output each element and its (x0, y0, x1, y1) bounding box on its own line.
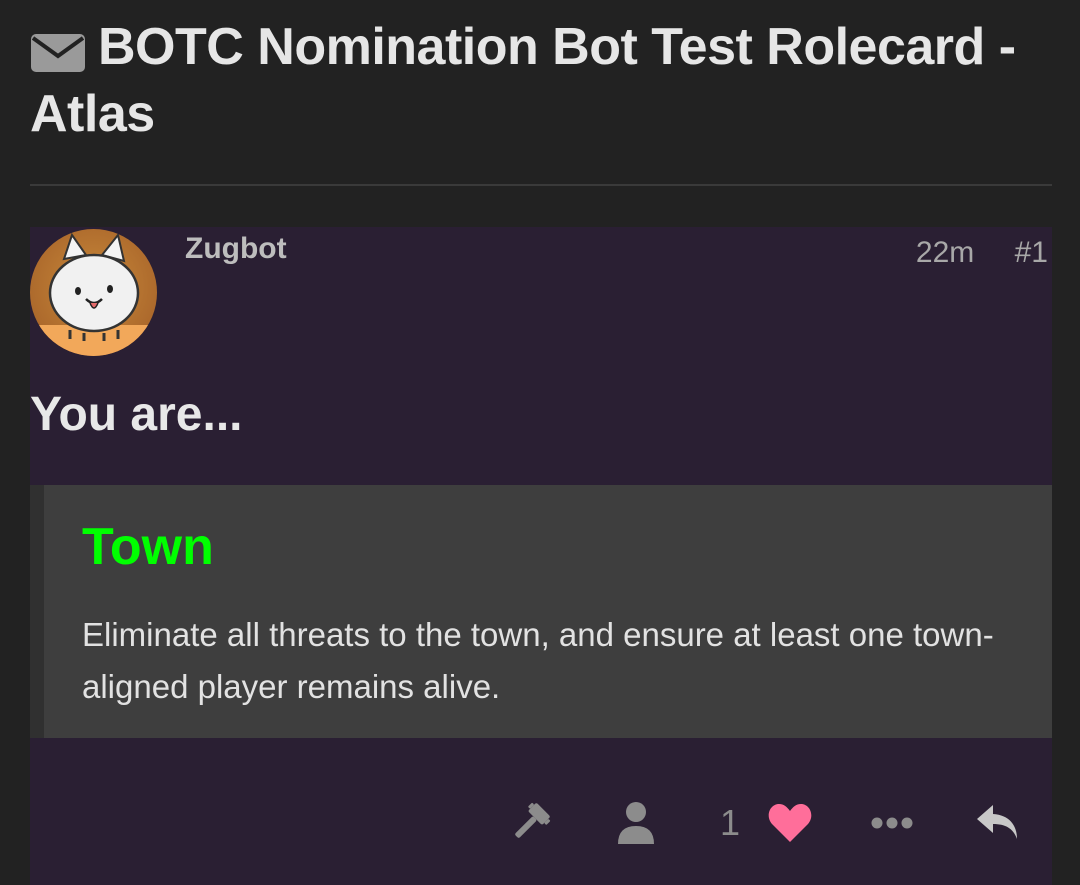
post-lead: You are... (30, 388, 243, 441)
ellipsis-icon[interactable] (862, 793, 922, 853)
topic-header: BOTC Nomination Bot Test Rolecard - Atla… (30, 14, 1060, 148)
reply-icon[interactable] (968, 793, 1028, 853)
role-description: Eliminate all threats to the town, and e… (82, 616, 994, 705)
envelope-icon (30, 24, 86, 73)
post: Zugbot 22m #1 You are... Town Eliminate … (30, 227, 1052, 885)
topic-title-text: BOTC Nomination Bot Test Rolecard - Atla… (30, 18, 1016, 143)
gavel-icon[interactable] (500, 793, 560, 853)
topic-title: BOTC Nomination Bot Test Rolecard - Atla… (30, 14, 1060, 148)
role-card: Town Eliminate all threats to the town, … (30, 485, 1052, 738)
post-number[interactable]: #1 (1015, 233, 1048, 273)
user-icon[interactable] (606, 793, 666, 853)
post-actions: 1 (30, 793, 1052, 853)
header-divider (30, 184, 1052, 186)
post-meta: 22m #1 (916, 233, 1048, 273)
post-author[interactable]: Zugbot (185, 229, 287, 269)
like-count-text: 1 (719, 802, 741, 843)
heart-icon[interactable] (760, 793, 820, 853)
role-name: Town (82, 518, 214, 576)
like-count[interactable]: 1 (710, 793, 750, 853)
avatar[interactable] (30, 229, 157, 356)
post-time[interactable]: 22m (916, 233, 974, 273)
